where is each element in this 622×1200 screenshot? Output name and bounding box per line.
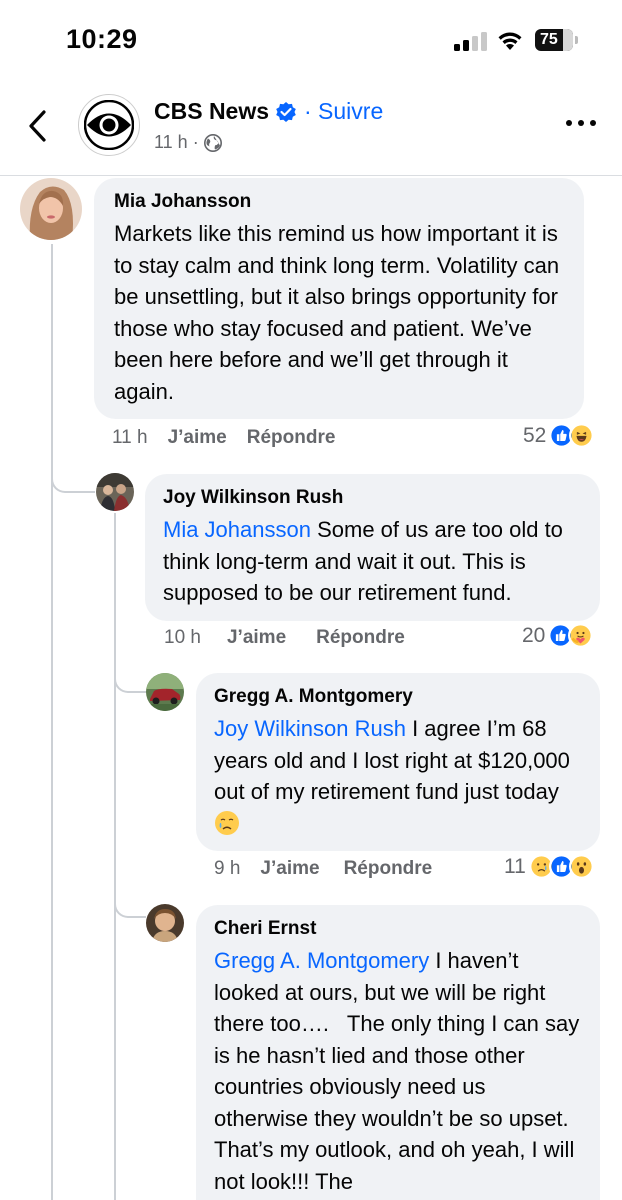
reaction-count: 52 <box>523 423 547 447</box>
follow-link[interactable]: · Suivre <box>304 98 383 125</box>
comment-time: 10 h <box>164 627 201 648</box>
thread-line-1 <box>51 244 53 1200</box>
post-meta: 11 h · <box>154 132 223 153</box>
page-avatar[interactable] <box>78 94 140 156</box>
haha-reaction-icon <box>569 423 595 448</box>
reply-button[interactable]: Répondre <box>247 427 336 449</box>
battery-icon: 75 <box>535 29 578 51</box>
back-chevron-icon[interactable] <box>22 106 52 146</box>
reaction-count: 11 <box>504 854 526 878</box>
gregg-avatar-photo <box>146 673 184 711</box>
avatar[interactable] <box>146 673 184 711</box>
comment-bubble: Gregg A. Montgomery Joy Wilkinson Rush I… <box>196 673 600 851</box>
comment-bubble: Joy Wilkinson Rush Mia Johansson Some of… <box>145 474 600 621</box>
comment-author[interactable]: Mia Johansson <box>114 190 564 214</box>
comment-actions: 9 h J’aime Répondre <box>214 858 432 880</box>
comment-author[interactable]: Joy Wilkinson Rush <box>163 486 582 510</box>
reply-connector-2 <box>114 655 146 693</box>
mia-avatar-photo <box>20 178 82 240</box>
wifi-icon <box>498 32 522 50</box>
comment-actions: 10 h J’aime Répondre <box>164 627 405 649</box>
reaction-summary[interactable]: 52 <box>523 423 595 448</box>
comment-body: I haven’t looked at ours, but we will be… <box>214 948 586 1194</box>
comment-author[interactable]: Cheri Ernst <box>214 917 582 941</box>
status-bar: 10:29 75 <box>0 0 622 80</box>
reply-connector-3 <box>114 880 146 918</box>
comment-text: Gregg A. Montgomery I haven’t looked at … <box>214 945 582 1197</box>
comment-text: Markets like this remind us how importan… <box>114 221 560 404</box>
cbs-eye-logo-icon <box>84 100 134 150</box>
battery-level: 75 <box>540 31 558 48</box>
comment-actions: 11 h J’aime Répondre <box>112 427 335 449</box>
thread-line-2 <box>114 513 116 1200</box>
post-time: 11 h · <box>154 132 199 152</box>
post-header: CBS News · Suivre 11 h · <box>0 86 622 176</box>
comment-text: Joy Wilkinson Rush I agree I’m 68 years … <box>214 713 582 839</box>
reply-connector-1 <box>51 455 95 493</box>
joy-avatar-photo <box>96 473 134 511</box>
reaction-summary[interactable]: 11 <box>504 854 594 879</box>
reaction-summary[interactable]: 20 <box>522 623 594 648</box>
like-button[interactable]: J’aime <box>260 858 319 880</box>
comment-text: Mia Johansson Some of us are too old to … <box>163 514 582 609</box>
wow-reaction-icon <box>568 854 594 879</box>
reply-button[interactable]: Répondre <box>316 627 405 649</box>
mention-link[interactable]: Gregg A. Montgomery <box>214 948 429 973</box>
crying-face-emoji-icon <box>215 810 239 835</box>
mention-link[interactable]: Mia Johansson <box>163 517 311 542</box>
globe-icon <box>203 133 222 152</box>
cellular-signal-icon <box>454 31 488 51</box>
care-reaction-icon <box>568 623 594 648</box>
comment-time: 11 h <box>112 427 148 448</box>
comment-bubble: Cheri Ernst Gregg A. Montgomery I haven’… <box>196 905 600 1200</box>
avatar[interactable] <box>20 178 82 240</box>
reaction-count: 20 <box>522 623 546 647</box>
mention-link[interactable]: Joy Wilkinson Rush <box>214 716 406 741</box>
cheri-avatar-photo <box>146 904 184 942</box>
comment-bubble: Mia Johansson Markets like this remind u… <box>94 178 584 419</box>
page-name[interactable]: CBS News <box>154 98 269 125</box>
clock: 10:29 <box>66 24 138 54</box>
avatar[interactable] <box>146 904 184 942</box>
more-options-icon[interactable] <box>566 118 600 128</box>
comment-time: 9 h <box>214 858 241 879</box>
like-button[interactable]: J’aime <box>227 627 286 649</box>
reply-button[interactable]: Répondre <box>344 858 433 880</box>
avatar[interactable] <box>96 473 134 511</box>
verified-badge-icon <box>276 102 296 122</box>
like-button[interactable]: J’aime <box>168 427 227 449</box>
comment-author[interactable]: Gregg A. Montgomery <box>214 685 582 709</box>
